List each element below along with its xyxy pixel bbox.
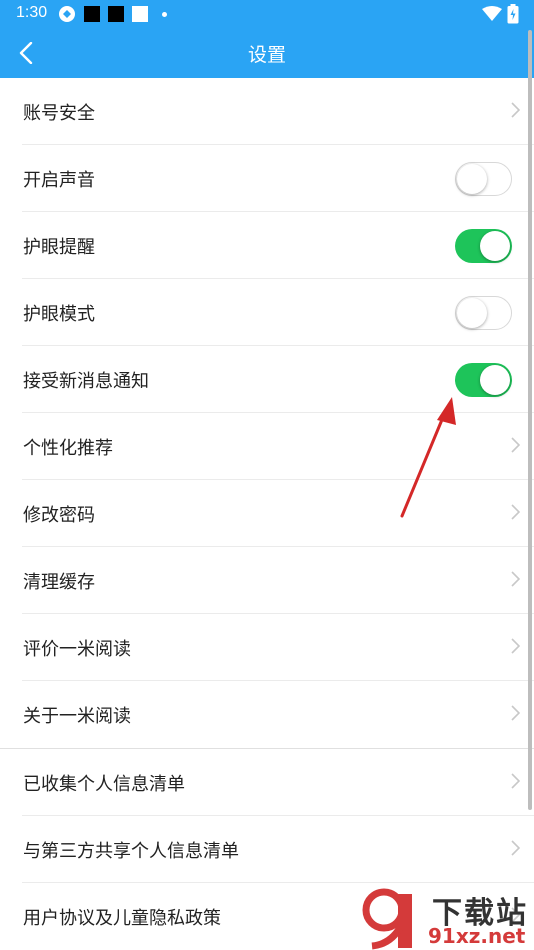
setting-collected-info-list[interactable]: 已收集个人信息清单 — [22, 749, 534, 816]
sound-toggle[interactable] — [455, 162, 512, 196]
app-header: 1:30 设置 — [0, 0, 534, 78]
chevron-right-icon — [511, 571, 520, 587]
chevron-right-icon — [511, 840, 520, 856]
notification-icon — [108, 6, 124, 22]
status-bar: 1:30 — [0, 0, 534, 28]
setting-label: 清理缓存 — [23, 572, 95, 593]
chevron-right-icon — [511, 773, 520, 789]
nav-bar: 设置 — [0, 28, 534, 78]
notification-icon — [132, 6, 148, 22]
eye-care-reminder-toggle[interactable] — [455, 229, 512, 263]
setting-change-password[interactable]: 修改密码 — [22, 480, 534, 547]
scrollbar[interactable] — [528, 30, 532, 810]
setting-label: 开启声音 — [23, 170, 95, 191]
setting-label: 个性化推荐 — [23, 438, 113, 459]
setting-label: 已收集个人信息清单 — [23, 774, 185, 795]
settings-list: 账号安全 开启声音 护眼提醒 护眼模式 接受新消息通知 个性化推荐 修改密码 清… — [0, 78, 534, 950]
setting-rate-app[interactable]: 评价一米阅读 — [22, 614, 534, 681]
sync-icon — [59, 6, 75, 22]
setting-personalized-recommendation[interactable]: 个性化推荐 — [22, 413, 534, 480]
battery-icon — [507, 4, 519, 24]
watermark-url: 91xz.net — [428, 924, 526, 948]
setting-message-notifications: 接受新消息通知 — [22, 346, 534, 413]
toggle-knob — [457, 298, 487, 328]
setting-eye-care-mode: 护眼模式 — [22, 279, 534, 346]
setting-label: 接受新消息通知 — [23, 371, 149, 392]
setting-label: 修改密码 — [23, 505, 95, 526]
chevron-right-icon — [511, 102, 520, 118]
setting-label: 与第三方共享个人信息清单 — [23, 841, 239, 862]
toggle-knob — [480, 231, 510, 261]
message-notifications-toggle[interactable] — [455, 363, 512, 397]
watermark-logo-icon — [362, 888, 412, 950]
chevron-right-icon — [511, 504, 520, 520]
notification-icon — [84, 6, 100, 22]
more-notifications-icon — [162, 12, 167, 17]
chevron-right-icon — [511, 705, 520, 721]
setting-label: 关于一米阅读 — [23, 706, 131, 727]
setting-label: 护眼模式 — [23, 304, 95, 325]
setting-account-security[interactable]: 账号安全 — [22, 78, 534, 145]
setting-label: 评价一米阅读 — [23, 639, 131, 660]
status-time: 1:30 — [16, 4, 48, 21]
chevron-right-icon — [511, 437, 520, 453]
setting-label: 用户协议及儿童隐私政策 — [23, 908, 221, 929]
toggle-knob — [480, 365, 510, 395]
setting-third-party-sharing-list[interactable]: 与第三方共享个人信息清单 — [22, 816, 534, 883]
setting-sound: 开启声音 — [22, 145, 534, 212]
wifi-icon — [482, 6, 502, 21]
chevron-right-icon — [511, 638, 520, 654]
setting-clear-cache[interactable]: 清理缓存 — [22, 547, 534, 614]
page-title: 设置 — [247, 44, 286, 66]
setting-about[interactable]: 关于一米阅读 — [22, 681, 534, 748]
toggle-knob — [457, 164, 487, 194]
eye-care-mode-toggle[interactable] — [455, 296, 512, 330]
setting-eye-care-reminder: 护眼提醒 — [22, 212, 534, 279]
setting-label: 护眼提醒 — [23, 237, 95, 258]
site-watermark: 下载站 91xz.net — [362, 888, 534, 950]
setting-label: 账号安全 — [23, 103, 95, 124]
